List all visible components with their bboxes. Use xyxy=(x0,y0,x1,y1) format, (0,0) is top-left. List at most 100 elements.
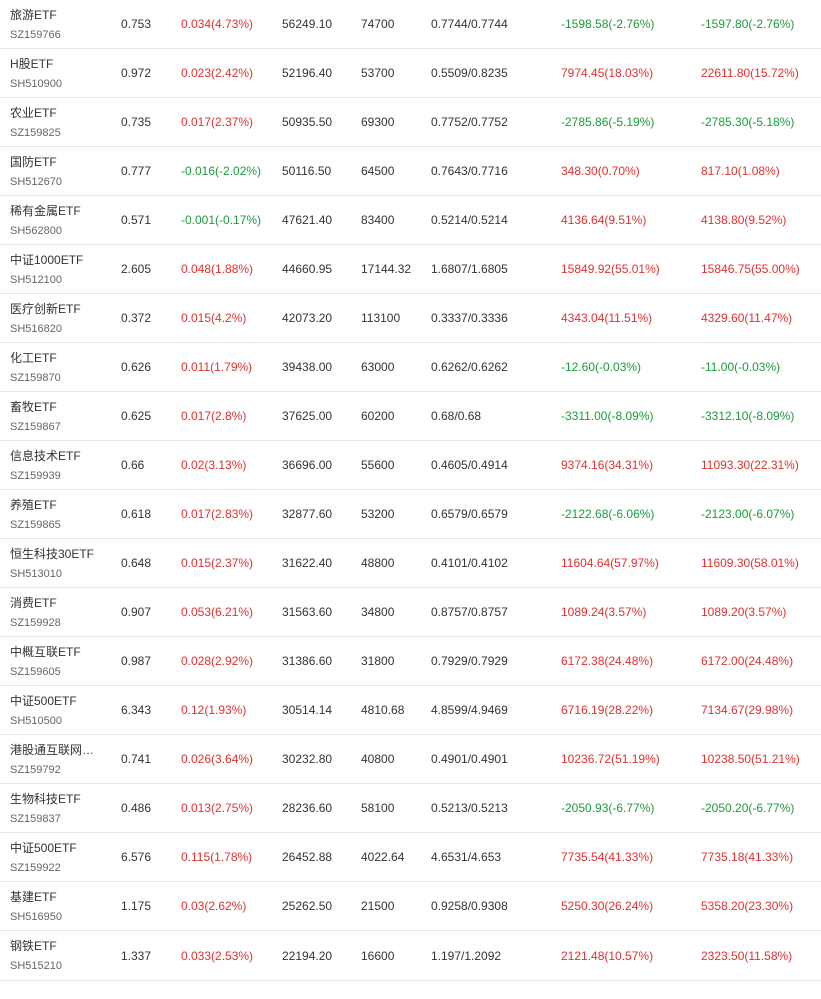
current-price: 0.626 xyxy=(121,360,152,374)
price-change: 0.033(2.53%) xyxy=(181,948,254,963)
price-change: 0.053(6.21%) xyxy=(181,605,254,619)
table-row[interactable]: 养殖ETF SZ159865 0.618 0.017(2.83%) 32877.60 53… xyxy=(0,490,821,539)
fund-name-link[interactable]: 生物科技ETF xyxy=(10,791,81,807)
profit-loss: 5250.30(26.24%) xyxy=(561,899,654,913)
nav-value: 1.6807/1.6805 xyxy=(431,262,508,276)
fund-name-link[interactable]: 国防ETF xyxy=(10,154,57,170)
fund-code: SZ159867 xyxy=(10,420,61,433)
table-row[interactable]: 消费ETF SZ159928 0.907 0.053(6.21%) 31563.60 34… xyxy=(0,588,821,637)
price-change: -0.016(-2.02%) xyxy=(181,164,262,178)
profit-loss-total: 7735.18(41.33%) xyxy=(701,850,794,864)
table-row[interactable]: 信息技术ETF SZ159939 0.66 0.02(3.13%) 36696.00 55… xyxy=(0,441,821,490)
fund-code: SH510500 xyxy=(10,714,62,727)
fund-name-link[interactable]: 中证500ETF xyxy=(10,693,77,709)
fund-name-link[interactable]: 医疗创新ETF xyxy=(10,301,81,317)
fund-name-link[interactable]: 港股通互联网… xyxy=(10,742,94,758)
profit-loss-total: 4329.60(11.47%) xyxy=(701,311,793,325)
fund-name-link[interactable]: 养殖ETF xyxy=(10,497,57,513)
price-change: 0.02(3.13%) xyxy=(181,458,247,472)
amount-value: 60200 xyxy=(361,409,395,423)
fund-name-link[interactable]: 化工ETF xyxy=(10,350,57,366)
fund-code: SZ159825 xyxy=(10,126,61,139)
amount-value: 40800 xyxy=(361,752,395,766)
amount-value: 34800 xyxy=(361,605,395,619)
current-price: 0.571 xyxy=(121,213,152,227)
profit-loss: -1598.58(-2.76%) xyxy=(561,17,655,31)
table-row[interactable]: 稀有金属ETF SH562800 0.571 -0.001(-0.17%) 47621.… xyxy=(0,196,821,245)
fund-name-link[interactable]: 旅游ETF xyxy=(10,7,57,23)
fund-name-cell: 基建ETF SH516950 xyxy=(10,882,114,930)
amount-value: 31800 xyxy=(361,654,395,668)
fund-name-cell: 养殖ETF SZ159865 xyxy=(10,490,114,538)
fund-name-cell: 中证1000ETF SH512100 xyxy=(10,245,114,293)
volume-value: 31386.60 xyxy=(282,654,333,668)
table-row[interactable]: 中证500ETF SZ159922 6.576 0.115(1.78%) 26452.8… xyxy=(0,833,821,882)
table-row[interactable]: 旅游ETF SZ159766 0.753 0.034(4.73%) 56249.10 74… xyxy=(0,0,821,49)
current-price: 0.618 xyxy=(121,507,152,521)
table-row[interactable]: 化工ETF SZ159870 0.626 0.011(1.79%) 39438.00 63… xyxy=(0,343,821,392)
table-row[interactable]: 恒生科技30ETF SH513010 0.648 0.015(2.37%) 31622.… xyxy=(0,539,821,588)
current-price: 0.486 xyxy=(121,801,152,815)
table-row[interactable]: 农业ETF SZ159825 0.735 0.017(2.37%) 50935.50 69… xyxy=(0,98,821,147)
profit-loss: 348.30(0.70%) xyxy=(561,164,640,178)
fund-name-link[interactable]: 基建ETF xyxy=(10,889,57,905)
table-row[interactable]: 基建ETF SH516950 1.175 0.03(2.62%) 25262.50 215… xyxy=(0,882,821,931)
table-row[interactable]: 中证1000ETF SH512100 2.605 0.048(1.88%) 44660.… xyxy=(0,245,821,294)
profit-loss-total: 22611.80(15.72%) xyxy=(701,66,799,80)
table-row[interactable]: 国防ETF SH512670 0.777 -0.016(-2.02%) 50116.50… xyxy=(0,147,821,196)
table-row[interactable]: 生物科技ETF SZ159837 0.486 0.013(2.75%) 28236.60… xyxy=(0,784,821,833)
table-row[interactable]: H股ETF SH510900 0.972 0.023(2.42%) 52196.40 53… xyxy=(0,49,821,98)
volume-value: 32877.60 xyxy=(282,507,333,521)
current-price: 0.972 xyxy=(121,66,152,80)
fund-name-cell: 畜牧ETF SZ159867 xyxy=(10,392,114,440)
table-row[interactable]: 中证500ETF SH510500 6.343 0.12(1.93%) 30514.14… xyxy=(0,686,821,735)
profit-loss: 11604.64(57.97%) xyxy=(561,556,659,570)
price-change: 0.034(4.73%) xyxy=(181,17,254,31)
fund-name-link[interactable]: 中概互联ETF xyxy=(10,644,81,660)
volume-value: 22194.20 xyxy=(282,948,333,963)
fund-code: SH516820 xyxy=(10,322,62,335)
table-row[interactable]: 畜牧ETF SZ159867 0.625 0.017(2.8%) 37625.00 602… xyxy=(0,392,821,441)
fund-name-link[interactable]: 中证1000ETF xyxy=(10,252,83,268)
fund-name-link[interactable]: H股ETF xyxy=(10,56,53,72)
amount-value: 53200 xyxy=(361,507,395,521)
fund-name-link[interactable]: 畜牧ETF xyxy=(10,399,57,415)
profit-loss: 10236.72(51.19%) xyxy=(561,752,660,766)
table-row[interactable]: 钢铁ETF SH515210 1.337 0.033(2.53%) 22194.20 16… xyxy=(0,931,821,981)
price-change: -0.001(-0.17%) xyxy=(181,213,262,227)
fund-name-link[interactable]: 中证500ETF xyxy=(10,840,77,856)
volume-value: 31622.40 xyxy=(282,556,333,570)
fund-name-link[interactable]: 信息技术ETF xyxy=(10,448,81,464)
table-row[interactable]: 中概互联ETF SZ159605 0.987 0.028(2.92%) 31386.60… xyxy=(0,637,821,686)
fund-name-cell: 钢铁ETF SH515210 xyxy=(10,931,114,980)
profit-loss: 6172.38(24.48%) xyxy=(561,654,654,668)
nav-value: 4.6531/4.653 xyxy=(431,850,502,864)
nav-value: 0.4101/0.4102 xyxy=(431,556,508,570)
profit-loss-total: 15846.75(55.00%) xyxy=(701,262,800,276)
price-change: 0.115(1.78%) xyxy=(181,850,253,864)
amount-value: 17144.32 xyxy=(361,262,412,276)
table-row[interactable]: 港股通互联网… SZ159792 0.741 0.026(3.64%) 30232.80… xyxy=(0,735,821,784)
current-price: 0.777 xyxy=(121,164,152,178)
fund-name-link[interactable]: 钢铁ETF xyxy=(10,938,57,954)
current-price: 1.337 xyxy=(121,948,152,963)
fund-name-cell: H股ETF SH510900 xyxy=(10,49,114,97)
volume-value: 50935.50 xyxy=(282,115,333,129)
fund-name-link[interactable]: 恒生科技30ETF xyxy=(10,546,94,562)
price-change: 0.017(2.8%) xyxy=(181,409,247,423)
fund-code: SZ159922 xyxy=(10,861,61,874)
fund-name-link[interactable]: 消费ETF xyxy=(10,595,57,611)
profit-loss: -12.60(-0.03%) xyxy=(561,360,642,374)
price-change: 0.015(4.2%) xyxy=(181,311,247,325)
current-price: 0.987 xyxy=(121,654,152,668)
fund-name-link[interactable]: 稀有金属ETF xyxy=(10,203,81,219)
fund-code: SH512100 xyxy=(10,273,62,286)
nav-value: 0.6262/0.6262 xyxy=(431,360,508,374)
nav-value: 0.7643/0.7716 xyxy=(431,164,508,178)
amount-value: 69300 xyxy=(361,115,395,129)
table-row[interactable]: 医疗创新ETF SH516820 0.372 0.015(4.2%) 42073.20 1… xyxy=(0,294,821,343)
fund-name-cell: 港股通互联网… SZ159792 xyxy=(10,735,114,783)
fund-name-link[interactable]: 农业ETF xyxy=(10,105,57,121)
fund-name-cell: 信息技术ETF SZ159939 xyxy=(10,441,114,489)
profit-loss-total: 1089.20(3.57%) xyxy=(701,605,787,619)
